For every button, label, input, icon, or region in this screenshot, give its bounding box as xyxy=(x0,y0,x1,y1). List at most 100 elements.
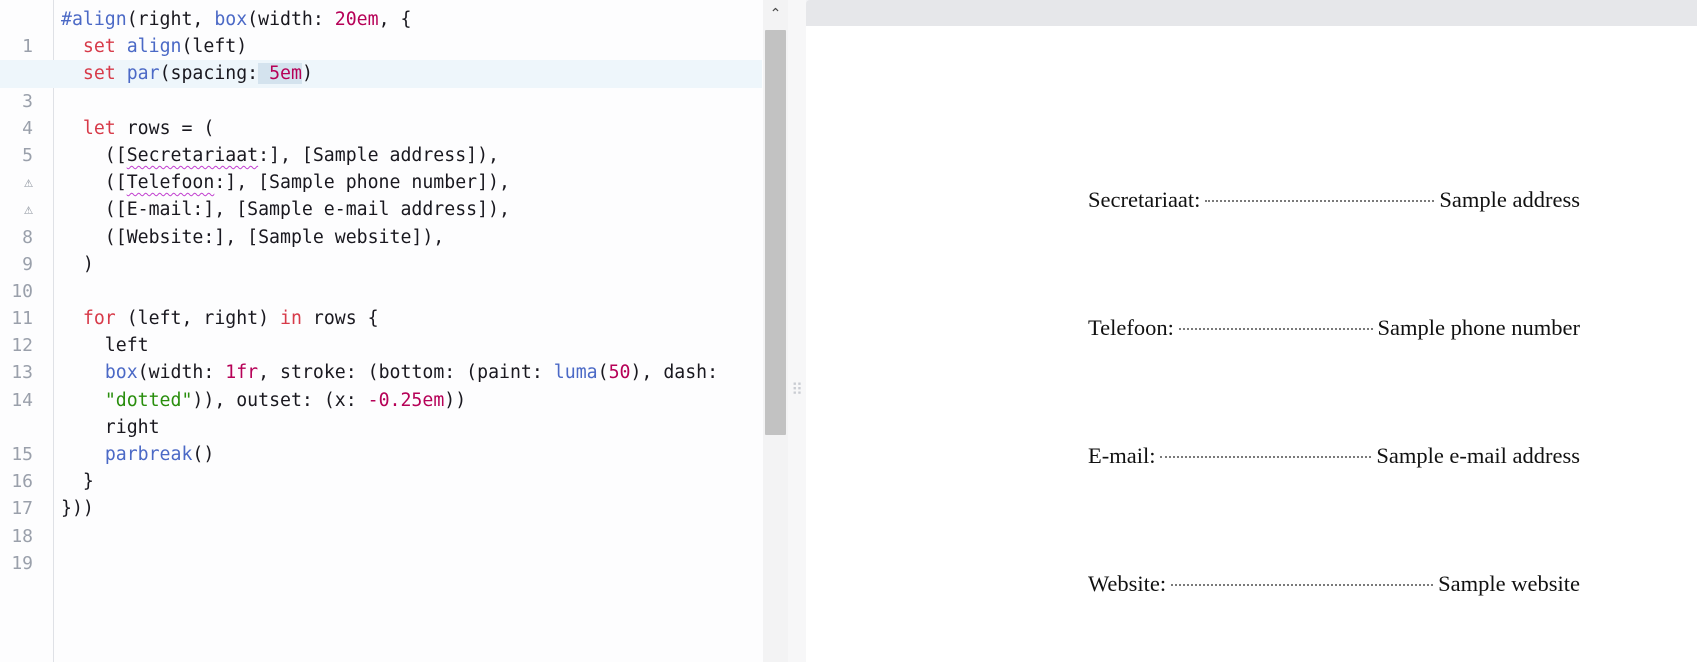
code-line[interactable]: 9 ([Website:], [Sample website]), xyxy=(0,224,762,275)
drag-handle-icon[interactable]: ⠿ xyxy=(791,378,803,402)
code-token: ([ xyxy=(61,144,127,166)
code-line[interactable]: 5 let rows = ( xyxy=(0,115,762,166)
code-token: let xyxy=(82,117,116,139)
code-token: box xyxy=(104,362,138,384)
contact-row: Secretariaat: Sample address xyxy=(1088,187,1580,219)
code-line[interactable]: ⚠ ([Telefoon:], [Sample phone number]), xyxy=(0,169,762,218)
code-editor[interactable]: 1 #align(right, box(width: 20em, { 2 set… xyxy=(0,0,764,662)
code-token: (right, xyxy=(126,9,215,30)
code-line[interactable]: 18 })) xyxy=(0,495,762,546)
code-text[interactable]: "dotted")), outset: (x: -0.25em)) xyxy=(61,387,466,414)
code-line[interactable]: 17 } xyxy=(0,468,762,519)
code-token: -0.25em xyxy=(367,389,445,411)
code-token: ( xyxy=(597,362,609,384)
code-area[interactable]: 1 #align(right, box(width: 20em, { 2 set… xyxy=(0,6,762,574)
code-text[interactable]: left xyxy=(61,332,149,359)
code-line-active[interactable]: 3 set par(spacing: 5em) xyxy=(0,60,762,112)
code-line[interactable]: 16 parbreak() xyxy=(0,441,762,492)
code-line[interactable]: 4 xyxy=(0,88,762,139)
pane-splitter[interactable]: ⠿ xyxy=(788,0,806,662)
code-line[interactable]: 13 left xyxy=(0,332,762,383)
scrollbar-thumb[interactable] xyxy=(765,30,786,435)
code-token: set xyxy=(82,36,116,58)
code-token: ), dash: xyxy=(630,362,719,384)
code-token: #align xyxy=(61,9,127,30)
row-value: Sample phone number xyxy=(1377,315,1580,340)
code-token: 1fr xyxy=(225,362,259,384)
code-text[interactable]: } xyxy=(61,468,94,495)
code-text[interactable]: ([Secretariaat:], [Sample address]), xyxy=(61,142,499,169)
code-token: parbreak xyxy=(104,444,193,465)
code-text[interactable]: #align(right, box(width: 20em, { xyxy=(61,6,411,33)
row-label: E-mail: xyxy=(1088,443,1156,468)
code-token: 20em xyxy=(334,9,379,30)
code-text[interactable]: set align(left) xyxy=(61,33,247,60)
dotted-leader xyxy=(1160,456,1372,458)
spelling-warning[interactable]: Secretariaat xyxy=(127,145,258,166)
code-token: par xyxy=(126,63,160,85)
code-text[interactable]: ) xyxy=(61,251,94,278)
code-token: rows = ( xyxy=(115,117,215,139)
code-token: (width: xyxy=(247,9,335,30)
contact-row: E-mail: Sample e-mail address xyxy=(1088,443,1580,475)
code-token: :], [Sample address]), xyxy=(258,144,500,166)
preview-pane[interactable]: Secretariaat: Sample address Telefoon: S… xyxy=(806,0,1697,662)
code-line[interactable]: 11 xyxy=(0,278,762,329)
code-token: "dotted" xyxy=(104,389,193,411)
code-token: for xyxy=(82,308,116,330)
code-line[interactable]: 1 #align(right, box(width: 20em, { xyxy=(0,6,762,57)
code-token: 50 xyxy=(608,362,631,384)
code-token: ([ xyxy=(61,172,127,194)
code-token: set xyxy=(82,63,116,85)
row-value: Sample address xyxy=(1439,187,1580,212)
dotted-leader xyxy=(1205,200,1435,202)
code-token: align xyxy=(126,36,182,58)
preview-page[interactable]: Secretariaat: Sample address Telefoon: S… xyxy=(806,26,1697,662)
row-value: Sample e-mail address xyxy=(1376,443,1580,468)
code-token: rows { xyxy=(301,308,379,330)
code-text[interactable]: box(width: 1fr, stroke: (bottom: (paint:… xyxy=(61,359,718,386)
code-token: (left) xyxy=(181,36,248,58)
code-token: , stroke: (bottom: (paint: xyxy=(258,362,554,384)
preview-page-gap xyxy=(806,0,1697,26)
dotted-leader xyxy=(1171,584,1434,586)
code-text[interactable]: })) xyxy=(61,495,94,522)
row-label: Secretariaat: xyxy=(1088,187,1201,212)
code-line[interactable]: 10 ) xyxy=(0,251,762,302)
contact-row: Telefoon: Sample phone number xyxy=(1088,315,1580,347)
code-text[interactable]: ([Telefoon:], [Sample phone number]), xyxy=(61,169,510,196)
code-line-wrapped[interactable]: "dotted")), outset: (x: -0.25em)) xyxy=(0,387,762,414)
code-token: , { xyxy=(378,9,412,30)
code-line[interactable]: 8 ([E-mail:], [Sample e-mail address]), xyxy=(0,196,762,247)
code-line[interactable]: 12 for (left, right) in rows { xyxy=(0,305,762,356)
editor-vertical-scrollbar[interactable]: ⌃ xyxy=(763,0,788,662)
code-text[interactable]: ([Website:], [Sample website]), xyxy=(61,224,444,251)
code-line[interactable]: 19 xyxy=(0,523,762,574)
code-text[interactable]: let rows = ( xyxy=(61,115,214,142)
code-line[interactable]: 14 box(width: 1fr, stroke: (bottom: (pai… xyxy=(0,359,762,410)
code-text[interactable]: set par(spacing: 5em) xyxy=(61,60,313,87)
dotted-leader xyxy=(1178,328,1373,330)
code-token: )), outset: (x: xyxy=(192,389,368,411)
code-line[interactable]: ⚠ ([Secretariaat:], [Sample address]), xyxy=(0,142,762,191)
scroll-up-arrow-icon[interactable]: ⌃ xyxy=(763,4,788,24)
code-line[interactable]: 2 set align(left) xyxy=(0,33,762,84)
code-text[interactable]: for (left, right) in rows { xyxy=(61,305,379,332)
code-text[interactable]: parbreak() xyxy=(61,441,215,468)
code-text[interactable]: right xyxy=(61,414,160,441)
text-selection: 5em xyxy=(269,63,302,85)
code-token: )) xyxy=(444,389,467,411)
code-line[interactable]: 15 right xyxy=(0,414,762,465)
code-text[interactable]: ([E-mail:], [Sample e-mail address]), xyxy=(61,196,510,223)
code-token: box xyxy=(214,9,248,30)
text-selection xyxy=(258,63,270,85)
spelling-warning[interactable]: Telefoon xyxy=(127,172,215,193)
row-label: Website: xyxy=(1088,571,1167,596)
